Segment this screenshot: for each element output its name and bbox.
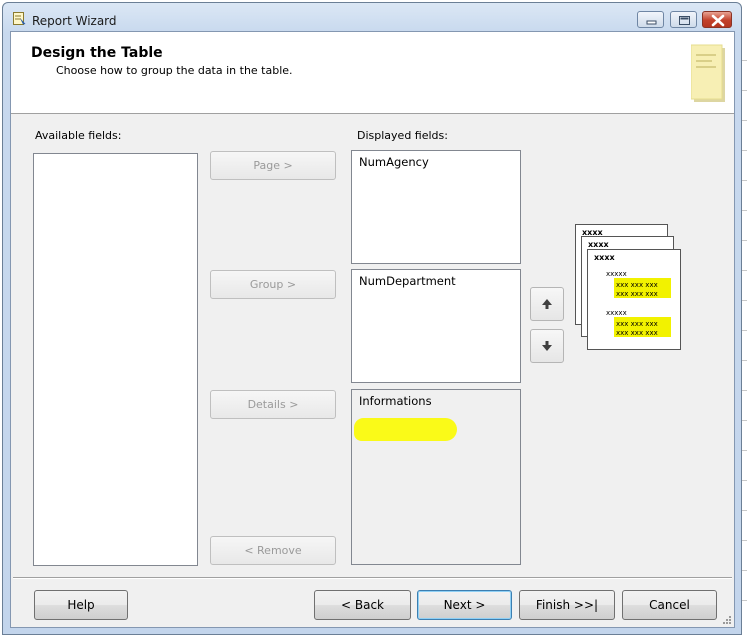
close-button[interactable] <box>702 11 732 28</box>
table-layout-preview: xxxx xxxx xxxx xxxxx xxx xxx xxx xxx xxx… <box>575 224 681 350</box>
move-up-button[interactable] <box>530 287 564 321</box>
resize-grip-icon[interactable] <box>722 615 732 625</box>
list-item[interactable]: NumAgency <box>359 155 429 169</box>
preview-level2: xxxx <box>588 240 609 249</box>
available-fields-label: Available fields: <box>35 129 122 142</box>
page-subtitle: Choose how to group the data in the tabl… <box>56 64 293 77</box>
report-wizard-window: Report Wizard Design the Table Choose ho… <box>2 2 742 635</box>
maximize-icon <box>679 16 690 25</box>
page-button[interactable]: Page > <box>210 151 336 180</box>
group-button[interactable]: Group > <box>210 270 336 299</box>
title-bar[interactable]: Report Wizard <box>3 3 741 31</box>
wizard-header: Design the Table Choose how to group the… <box>11 32 734 114</box>
wizard-client-area: Design the Table Choose how to group the… <box>10 31 735 628</box>
page-fields-list[interactable]: NumAgency <box>351 150 521 264</box>
minimize-button[interactable] <box>637 11 664 28</box>
minimize-icon <box>646 20 657 25</box>
preview-level3: xxxx <box>594 253 615 262</box>
details-button[interactable]: Details > <box>210 390 336 419</box>
report-wizard-icon <box>13 12 26 25</box>
arrow-down-icon <box>542 341 552 351</box>
window-title: Report Wizard <box>32 14 117 28</box>
available-fields-list[interactable] <box>33 153 198 566</box>
preview-detail-row: xxx xxx xxx <box>616 290 658 298</box>
next-button[interactable]: Next > <box>417 590 512 620</box>
preview-detail-row: xxx xxx xxx <box>616 320 658 328</box>
preview-detail-row: xxx xxx xxx <box>616 329 658 337</box>
maximize-button[interactable] <box>670 11 697 28</box>
help-button[interactable]: Help <box>34 590 128 620</box>
page-title: Design the Table <box>31 45 163 61</box>
preview-detail-header-1: xxxxx <box>606 270 627 278</box>
move-down-button[interactable] <box>530 329 564 363</box>
back-button[interactable]: < Back <box>314 590 411 620</box>
remove-button[interactable]: < Remove <box>210 536 336 565</box>
list-item[interactable]: NumDepartment <box>359 274 456 288</box>
list-item[interactable]: Informations <box>359 394 432 408</box>
close-icon <box>711 14 725 27</box>
preview-level1: xxxx <box>582 228 603 237</box>
arrow-up-icon <box>542 299 552 309</box>
wizard-report-icon <box>691 44 725 102</box>
preview-detail-row: xxx xxx xxx <box>616 281 658 289</box>
displayed-fields-label: Displayed fields: <box>357 129 448 142</box>
finish-button[interactable]: Finish >>| <box>519 590 615 620</box>
preview-detail-header-2: xxxxx <box>606 309 627 317</box>
group-fields-list[interactable]: NumDepartment <box>351 269 521 383</box>
cancel-button[interactable]: Cancel <box>622 590 717 620</box>
details-fields-list[interactable]: Informations <box>351 389 521 565</box>
